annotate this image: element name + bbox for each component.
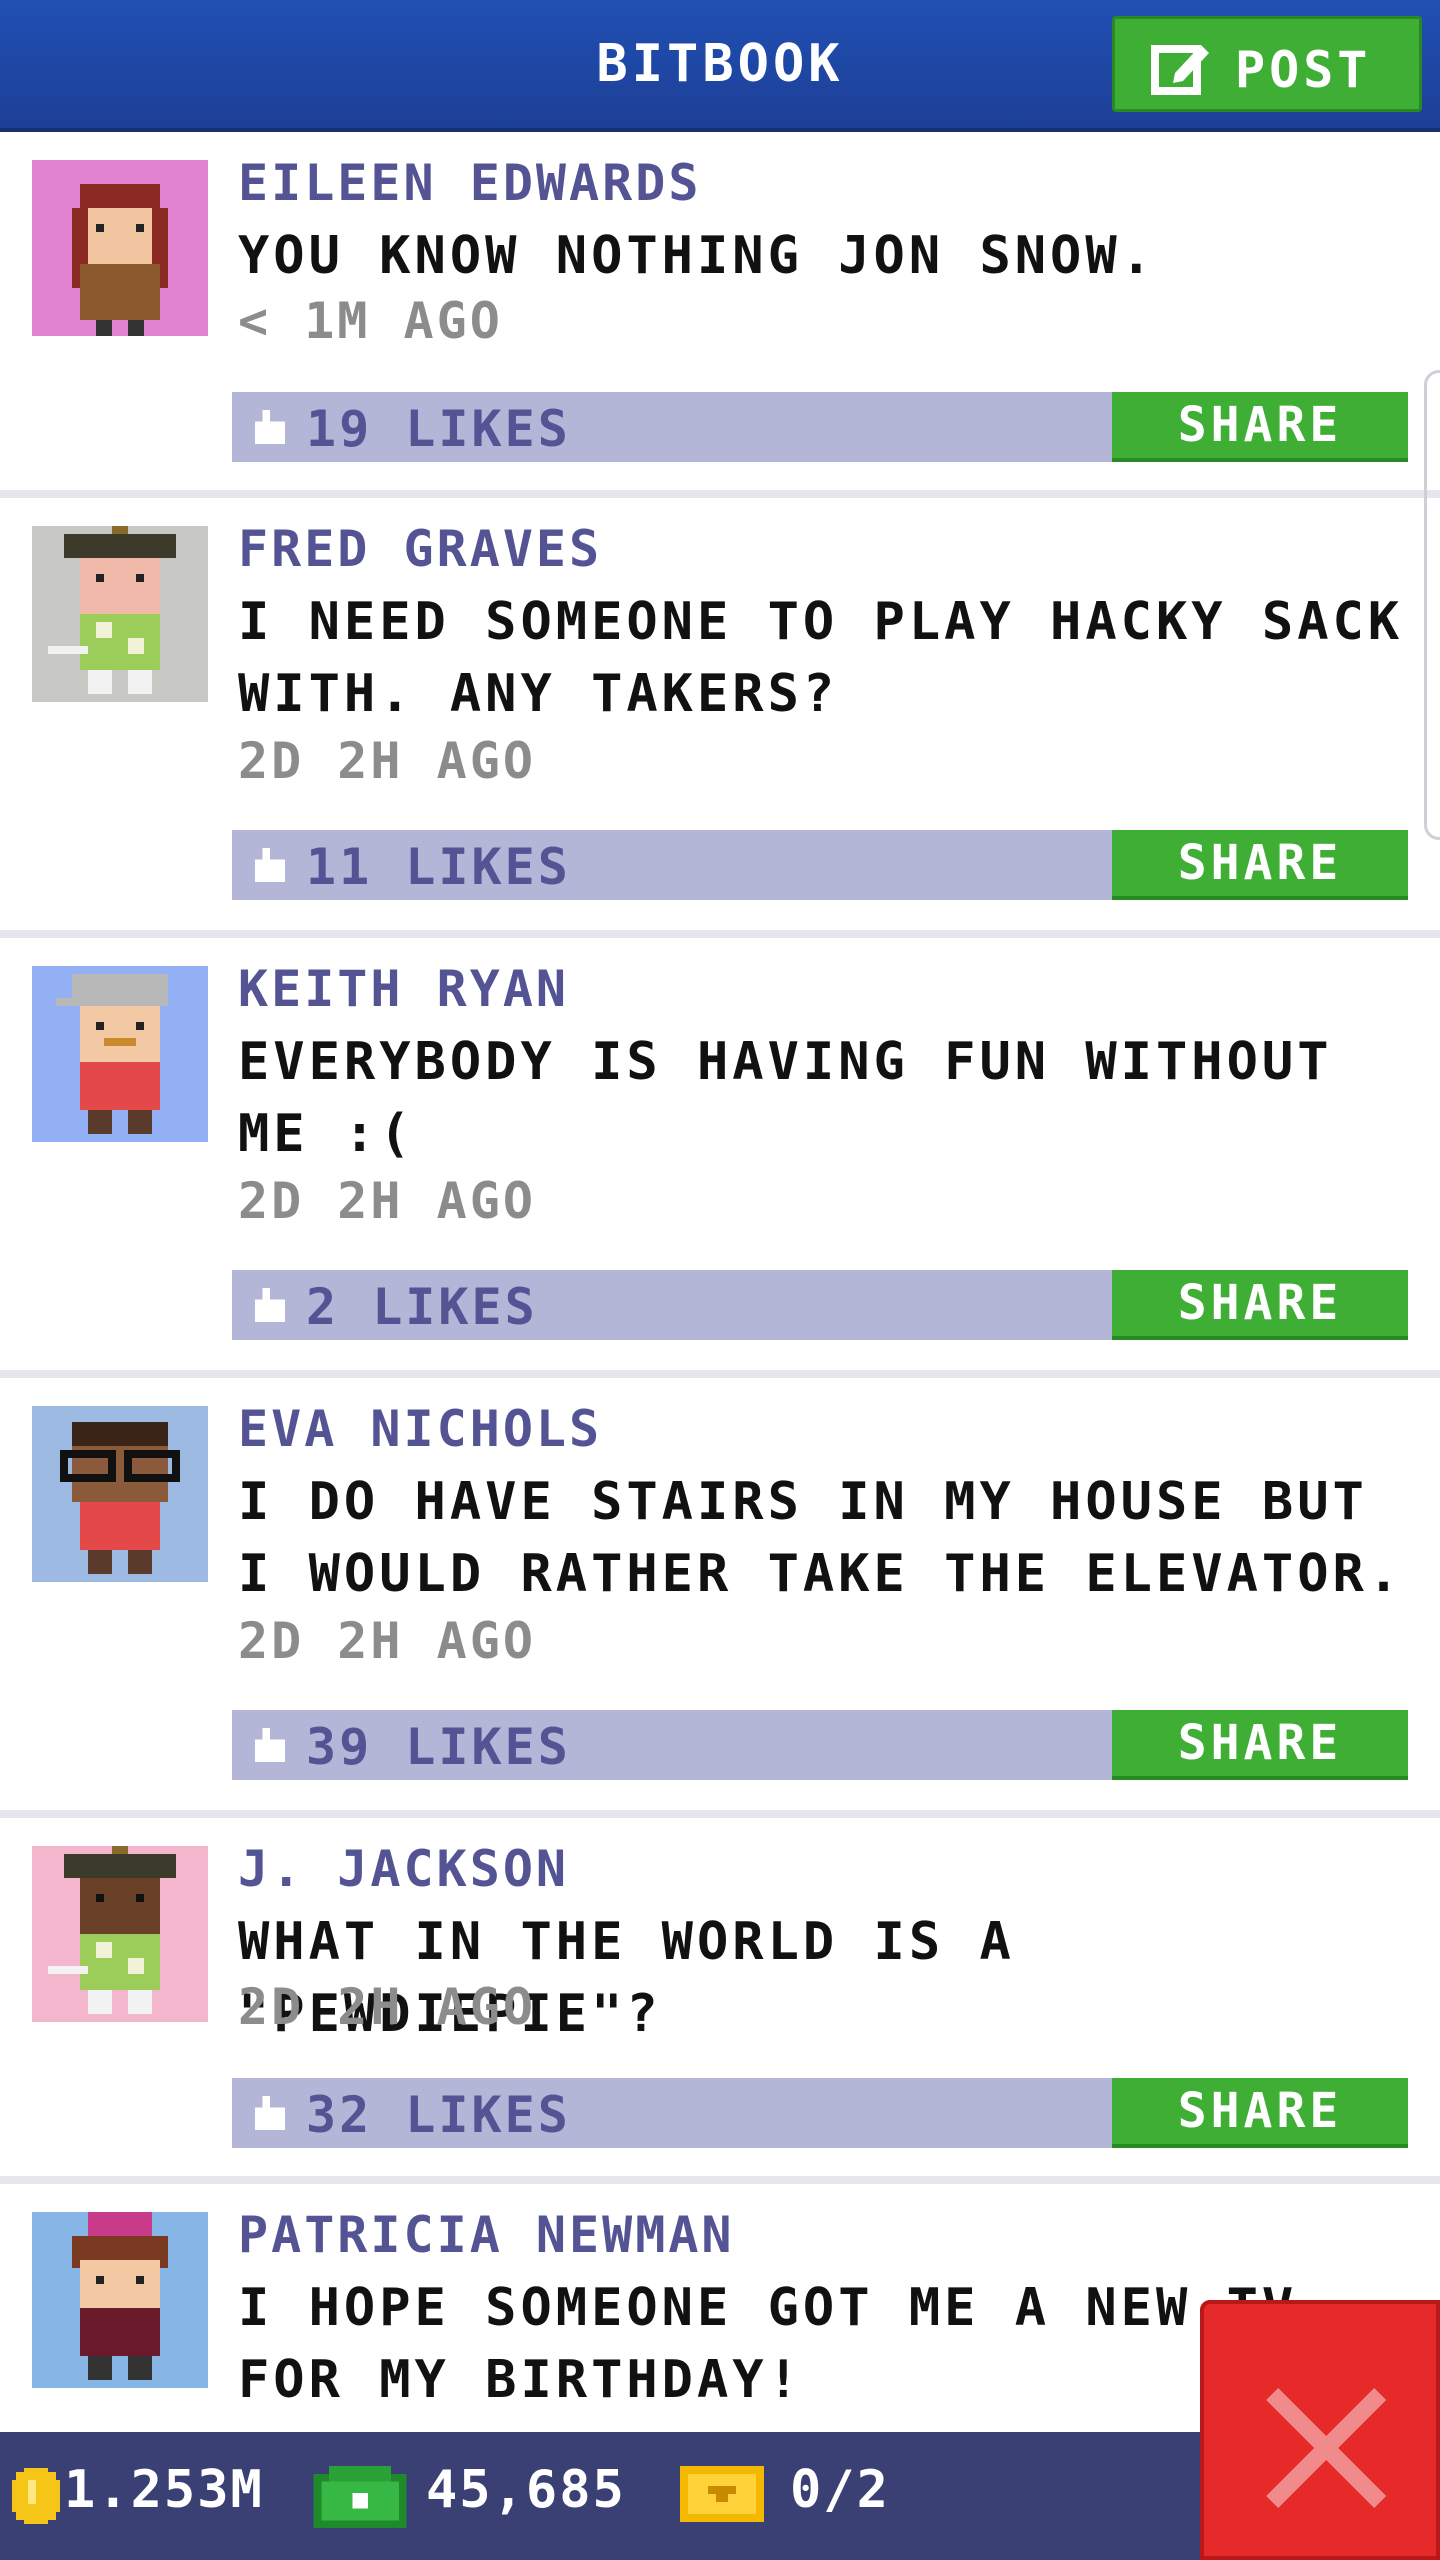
- coins-count: 1.253M: [64, 2460, 264, 2520]
- avatar[interactable]: [32, 1406, 208, 1582]
- post-author[interactable]: EILEEN EDWARDS: [238, 154, 701, 212]
- likes-bar: 11 LIKES SHARE: [232, 830, 1408, 900]
- close-button[interactable]: [1200, 2300, 1440, 2560]
- coin-icon: [12, 2468, 60, 2524]
- post-author[interactable]: EVA NICHOLS: [238, 1400, 602, 1458]
- avatar[interactable]: [32, 966, 208, 1142]
- likes-count[interactable]: 2 LIKES: [306, 1278, 538, 1336]
- top-bar: BITBOOK POST: [0, 0, 1440, 132]
- scrollbar[interactable]: [1424, 370, 1440, 840]
- thumbs-up-icon: [254, 1288, 286, 1322]
- post-message: YOU KNOW NOTHING JON SNOW.: [238, 226, 1156, 286]
- share-button[interactable]: SHARE: [1112, 1270, 1408, 1340]
- likes-bar: 39 LIKES SHARE: [232, 1710, 1408, 1780]
- avatar[interactable]: [32, 526, 208, 702]
- post-author[interactable]: FRED GRAVES: [238, 520, 602, 578]
- likes-bar: 32 LIKES SHARE: [232, 2078, 1408, 2148]
- ticket-icon: [680, 2466, 764, 2522]
- share-button[interactable]: SHARE: [1112, 2078, 1408, 2148]
- likes-count[interactable]: 11 LIKES: [306, 838, 571, 896]
- compose-icon: [1151, 45, 1209, 95]
- tickets-count: 0/2: [790, 2460, 890, 2520]
- post-message: EVERYBODY IS HAVING FUN WITHOUT ME :(: [238, 1032, 1333, 1164]
- post-author[interactable]: KEITH RYAN: [238, 960, 569, 1018]
- avatar[interactable]: [32, 2212, 208, 2388]
- thumbs-up-icon: [254, 2096, 286, 2130]
- bux-count: 45,685: [426, 2460, 626, 2520]
- post-button-label: POST: [1235, 41, 1372, 99]
- likes-count[interactable]: 39 LIKES: [306, 1718, 571, 1776]
- post-author[interactable]: J. JACKSON: [238, 1840, 569, 1898]
- thumbs-up-icon: [254, 410, 286, 444]
- post-author[interactable]: PATRICIA NEWMAN: [238, 2206, 735, 2264]
- post-timestamp: < 1M AGO: [238, 292, 503, 350]
- feed-post: EVA NICHOLS I DO HAVE STAIRS IN MY HOUSE…: [0, 1378, 1440, 1818]
- share-button[interactable]: SHARE: [1112, 1710, 1408, 1780]
- thumbs-up-icon: [254, 1728, 286, 1762]
- feed-post: KEITH RYAN EVERYBODY IS HAVING FUN WITHO…: [0, 938, 1440, 1378]
- likes-bar: 19 LIKES SHARE: [232, 392, 1408, 462]
- post-button[interactable]: POST: [1112, 16, 1422, 112]
- feed-post: FRED GRAVES I NEED SOMEONE TO PLAY HACKY…: [0, 498, 1440, 938]
- post-timestamp: 2D 2H AGO: [238, 732, 536, 790]
- feed-post: EILEEN EDWARDS YOU KNOW NOTHING JON SNOW…: [0, 132, 1440, 498]
- close-icon: [1266, 2388, 1386, 2508]
- thumbs-up-icon: [254, 848, 286, 882]
- share-button[interactable]: SHARE: [1112, 392, 1408, 462]
- feed-list[interactable]: EILEEN EDWARDS YOU KNOW NOTHING JON SNOW…: [0, 132, 1440, 2484]
- share-button[interactable]: SHARE: [1112, 830, 1408, 900]
- post-timestamp: 2D 2H AGO: [238, 1172, 536, 1230]
- feed-post: J. JACKSON WHAT IN THE WORLD IS A "PEWDI…: [0, 1818, 1440, 2184]
- likes-count[interactable]: 19 LIKES: [306, 400, 571, 458]
- post-message: I DO HAVE STAIRS IN MY HOUSE BUT I WOULD…: [238, 1472, 1404, 1604]
- post-timestamp: 2D 2H AGO: [238, 1978, 536, 2036]
- avatar[interactable]: [32, 1846, 208, 2022]
- likes-count[interactable]: 32 LIKES: [306, 2086, 571, 2144]
- likes-bar: 2 LIKES SHARE: [232, 1270, 1408, 1340]
- post-message: I NEED SOMEONE TO PLAY HACKY SACK WITH. …: [238, 592, 1404, 724]
- avatar[interactable]: [32, 160, 208, 336]
- post-timestamp: 2D 2H AGO: [238, 1612, 536, 1670]
- bux-icon: [313, 2466, 407, 2528]
